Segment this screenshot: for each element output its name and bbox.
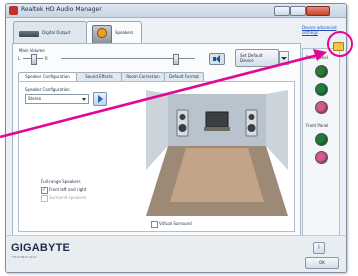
annotation-arrow-line <box>0 53 319 139</box>
annotation-arrow-head <box>313 49 327 61</box>
annotation-arrow <box>0 49 327 139</box>
